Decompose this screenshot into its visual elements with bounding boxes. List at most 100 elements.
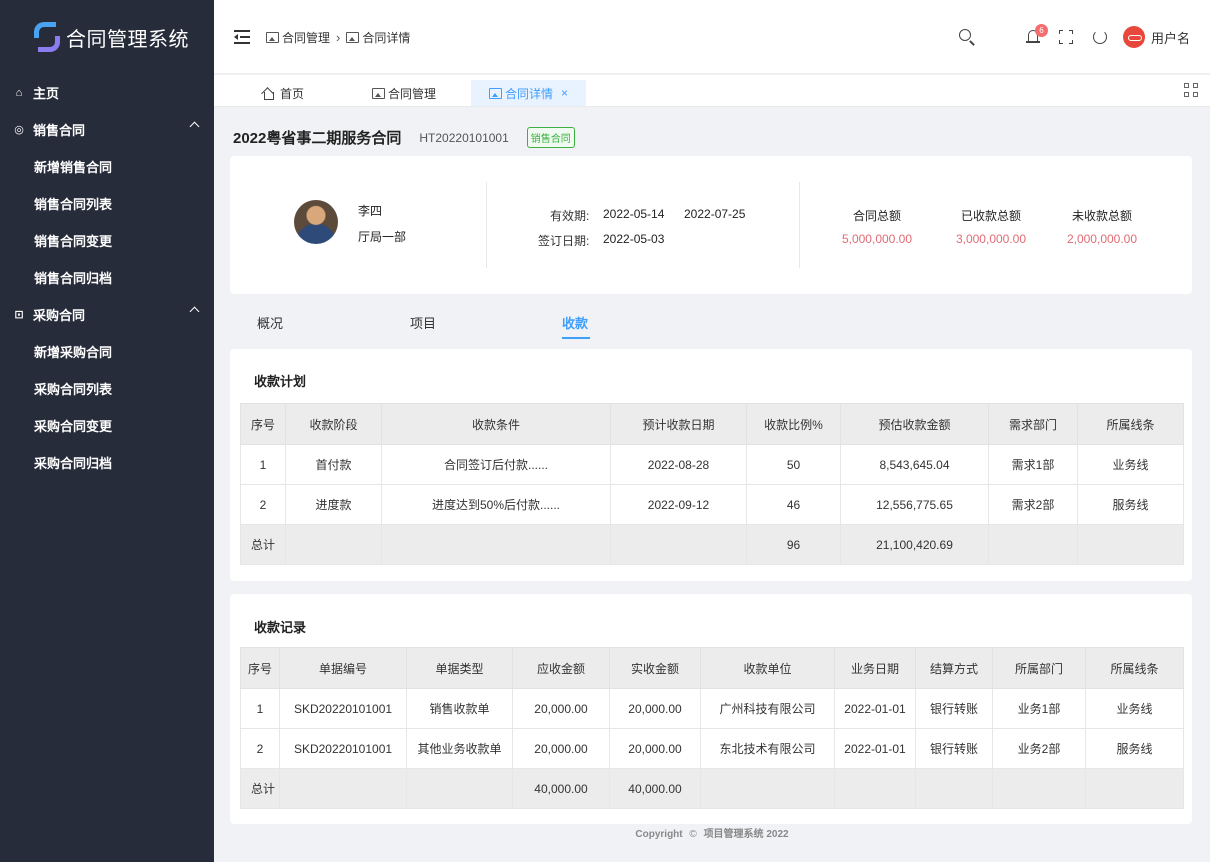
table-cell: 进度达到50%后付款......: [381, 484, 611, 525]
tab-payments[interactable]: 收款: [562, 313, 588, 332]
total-ratio: 96: [746, 524, 841, 565]
sidebar-item-purchase-archive[interactable]: 采购合同归档: [0, 444, 214, 481]
table-row[interactable]: 2 进度款 进度达到50%后付款...... 2022-09-12 46 12,…: [240, 484, 1184, 525]
image-icon: [266, 32, 279, 43]
payment-plan-card: 收款计划 序号 收款阶段 收款条件 预计收款日期 收款比例% 预估收款金额 需求…: [230, 349, 1192, 581]
sidebar-nav: ⌂ 主页 ◎ 销售合同 新增销售合同 销售合同列表 销售合同变更 销售合同归档 …: [0, 74, 214, 481]
sidebar-item-new-sales[interactable]: 新增销售合同: [0, 148, 214, 185]
column-header: 收款比例%: [746, 403, 841, 445]
footer: Copyright © 项目管理系统 2022: [214, 825, 1210, 840]
column-header: 序号: [240, 647, 280, 689]
active-tab-indicator: [562, 337, 590, 339]
sidebar-item-label: 主页: [33, 86, 60, 101]
total-received: 40,000.00: [609, 768, 701, 809]
column-header: 所属线条: [1077, 403, 1184, 445]
table-cell: 业务线: [1085, 688, 1184, 729]
tab-projects[interactable]: 项目: [410, 313, 436, 332]
grid-icon[interactable]: [1184, 83, 1198, 97]
table-cell: 业务线: [1077, 444, 1184, 485]
username[interactable]: 用户名: [1151, 28, 1190, 47]
table-row[interactable]: 1 SKD20220101001 销售收款单 20,000.00 20,000.…: [240, 688, 1184, 729]
sidebar-item-sales-list[interactable]: 销售合同列表: [0, 185, 214, 222]
refresh-icon[interactable]: [1092, 30, 1107, 44]
table-cell: 东北技术有限公司: [700, 728, 835, 769]
column-header: 收款条件: [381, 403, 611, 445]
table-row[interactable]: 1 首付款 合同签订后付款...... 2022-08-28 50 8,543,…: [240, 444, 1184, 485]
search-icon[interactable]: [958, 29, 975, 45]
table-cell: [610, 524, 747, 565]
user-avatar[interactable]: [1122, 26, 1145, 48]
total-receivable: 40,000.00: [512, 768, 610, 809]
table-cell: 8,543,645.04: [840, 444, 989, 485]
payment-records-card: 收款记录 序号 单据编号 单据类型 应收金额 实收金额 收款单位 业务日期 结算…: [230, 594, 1192, 824]
contract-header: 2022粤省事二期服务合同 HT20220101001 销售合同: [233, 127, 575, 148]
image-icon: [372, 87, 385, 99]
table-cell: 20,000.00: [512, 688, 610, 729]
contract-title: 2022粤省事二期服务合同: [233, 130, 402, 147]
menu-fold-icon[interactable]: [234, 29, 252, 45]
contract-total-value: 5,000,000.00: [841, 232, 913, 246]
sidebar-group-purchase[interactable]: ⊡ 采购合同: [0, 296, 214, 333]
sidebar-item-label: 采购合同归档: [34, 456, 113, 471]
person-dept: 厅局一部: [358, 230, 407, 244]
contract-info-card: 李四 厅局一部 有效期: 2022-05-14 2022-07-25 签订日期:…: [230, 156, 1192, 294]
table-row[interactable]: 2 SKD20220101001 其他业务收款单 20,000.00 20,00…: [240, 728, 1184, 769]
logo: 合同管理系统: [0, 0, 214, 74]
column-header: 需求部门: [988, 403, 1078, 445]
sidebar-item-purchase-list[interactable]: 采购合同列表: [0, 370, 214, 407]
total-label: 总计: [240, 524, 286, 565]
sidebar-item-label: 新增销售合同: [34, 160, 113, 175]
breadcrumb-item[interactable]: 合同管理: [282, 29, 330, 46]
table-cell: SKD20220101001: [279, 728, 407, 769]
close-icon[interactable]: ×: [561, 86, 568, 100]
detail-tabs: 概况 项目 收款: [230, 303, 1192, 343]
sidebar-item-purchase-change[interactable]: 采购合同变更: [0, 407, 214, 444]
bell-icon[interactable]: 6: [1025, 24, 1048, 46]
column-header: 实收金额: [609, 647, 701, 689]
table-cell: 2022-09-12: [610, 484, 747, 525]
column-header: 应收金额: [512, 647, 610, 689]
chevron-up-icon: [189, 306, 200, 317]
table-cell: 服务线: [1077, 484, 1184, 525]
sidebar-item-new-purchase[interactable]: 新增采购合同: [0, 333, 214, 370]
sidebar-item-label: 销售合同变更: [34, 234, 113, 249]
column-header: 所属线条: [1085, 647, 1184, 689]
received-total-value: 3,000,000.00: [955, 232, 1027, 246]
table-cell: 20,000.00: [512, 728, 610, 769]
table-total-row: 总计 96 21,100,420.69: [240, 524, 1184, 565]
payment-records-table: 序号 单据编号 单据类型 应收金额 实收金额 收款单位 业务日期 结算方式 所属…: [240, 647, 1184, 809]
table-cell: SKD20220101001: [279, 688, 407, 729]
unreceived-total-label: 未收款总额: [1071, 209, 1132, 223]
section-title: 收款记录: [254, 620, 307, 635]
table-cell: [700, 768, 835, 809]
tab-contract-management[interactable]: 合同管理: [354, 80, 454, 106]
fullscreen-icon[interactable]: [1058, 30, 1073, 44]
tab-contract-detail[interactable]: 合同详情 ×: [471, 80, 587, 106]
column-header: 预计收款日期: [610, 403, 747, 445]
table-cell: 首付款: [285, 444, 382, 485]
main-content: 2022粤省事二期服务合同 HT20220101001 销售合同 李四 厅局一部…: [214, 107, 1210, 862]
contract-code: HT20220101001: [419, 130, 509, 145]
sidebar-item-home[interactable]: ⌂ 主页: [0, 74, 214, 111]
sidebar-item-sales-archive[interactable]: 销售合同归档: [0, 259, 214, 296]
table-cell: 20,000.00: [609, 728, 701, 769]
divider: [799, 182, 800, 268]
footer-copyright: Copyright: [635, 829, 683, 840]
column-header: 收款单位: [700, 647, 835, 689]
table-cell: [915, 768, 993, 809]
tab-home[interactable]: 首页: [244, 80, 322, 106]
table-header-row: 序号 收款阶段 收款条件 预计收款日期 收款比例% 预估收款金额 需求部门 所属…: [240, 403, 1184, 445]
table-cell: 2022-08-28: [610, 444, 747, 485]
table-cell: 服务线: [1085, 728, 1184, 769]
table-cell: 银行转账: [915, 688, 993, 729]
sidebar-group-sales[interactable]: ◎ 销售合同: [0, 111, 214, 148]
column-header: 所属部门: [992, 647, 1086, 689]
notification-badge: 6: [1034, 24, 1048, 37]
table-cell: 1: [240, 444, 286, 485]
table-total-row: 总计 40,000.00 40,000.00: [240, 768, 1184, 809]
sidebar-item-sales-change[interactable]: 销售合同变更: [0, 222, 214, 259]
tab-overview[interactable]: 概况: [257, 313, 283, 332]
table-cell: 广州科技有限公司: [700, 688, 835, 729]
validity-start: 2022-05-14: [603, 207, 665, 221]
table-cell: 需求1部: [988, 444, 1078, 485]
